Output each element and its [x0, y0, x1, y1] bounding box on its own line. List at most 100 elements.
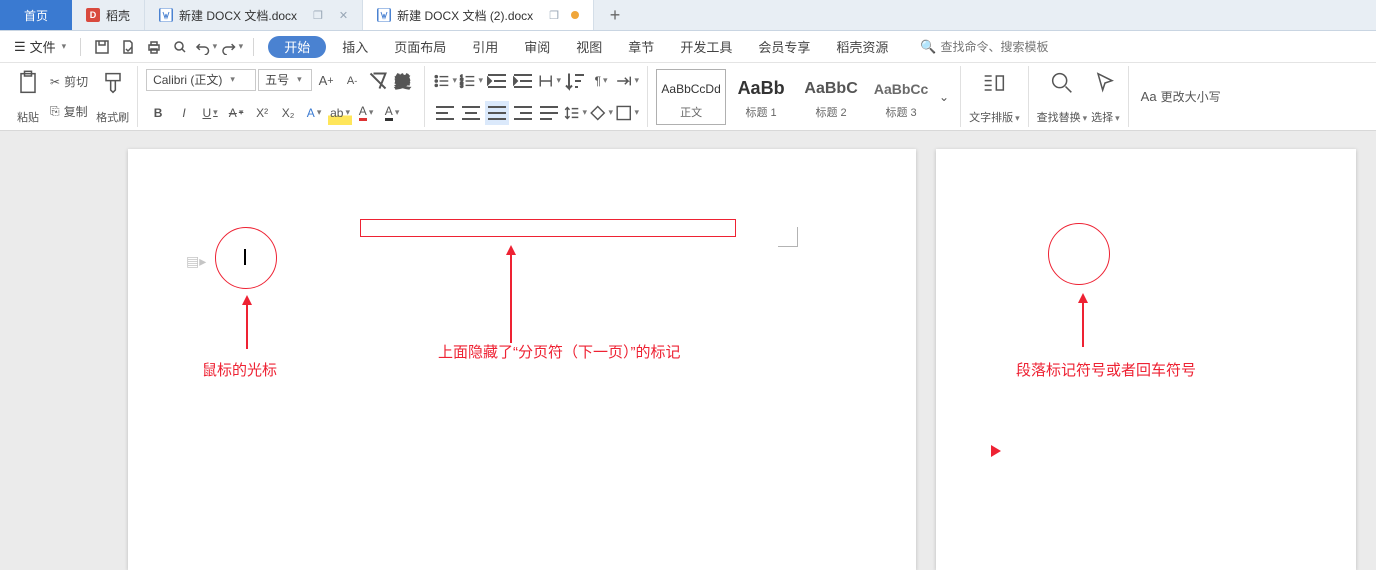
decrease-indent-button[interactable] [485, 69, 509, 93]
subscript-button[interactable]: X₂ [276, 101, 300, 125]
format-painter-button[interactable]: 格式刷 [96, 69, 129, 125]
style-heading2[interactable]: AaBbC 标题 2 [796, 69, 866, 125]
tab-minimize-icon[interactable]: ❐ [313, 9, 323, 22]
highlight-button[interactable]: ab▾ [328, 101, 352, 125]
group-styles: AaBbCcDd 正文 AaBb 标题 1 AaBbC 标题 2 AaBbCc … [648, 66, 961, 127]
align-right-button[interactable] [511, 101, 535, 125]
shading-button[interactable]: ▾ [589, 101, 613, 125]
char-shading-button[interactable]: A▾ [380, 101, 404, 125]
command-search-input[interactable] [941, 40, 1081, 54]
shrink-font-button[interactable]: A- [340, 69, 364, 93]
text-effects-button[interactable]: A▾ [302, 101, 326, 125]
increase-indent-button[interactable] [511, 69, 535, 93]
change-case-label: 更改大小写 [1161, 88, 1221, 105]
tab-close-icon[interactable]: ✕ [339, 9, 348, 22]
grow-font-button[interactable]: A+ [314, 69, 338, 93]
ribbon-tab-start[interactable]: 开始 [268, 36, 326, 58]
bold-button[interactable]: B [146, 101, 170, 125]
font-color-button[interactable]: A▾ [354, 101, 378, 125]
font-size-select[interactable]: 五号▾ [258, 69, 312, 91]
save-button[interactable] [91, 36, 113, 58]
tabs-button[interactable]: ▾ [615, 69, 639, 93]
ribbon-tab-member[interactable]: 会员专享 [748, 37, 820, 56]
ribbon-tablist: 开始 插入 页面布局 引用 审阅 视图 章节 开发工具 会员专享 稻壳资源 [268, 36, 898, 58]
tab-home[interactable]: 首页 [0, 0, 72, 30]
print-button[interactable] [143, 36, 165, 58]
font-family-select[interactable]: Calibri (正文)▾ [146, 69, 256, 91]
search-icon: 🔍 [920, 39, 936, 55]
text-layout-button[interactable]: 文字排版▾ [969, 69, 1020, 125]
ribbon-tab-review[interactable]: 审阅 [514, 37, 560, 56]
sort-button[interactable] [563, 69, 587, 93]
tab-doc-1[interactable]: 新建 DOCX 文档.docx ❐ ✕ [145, 0, 363, 30]
tab-shell[interactable]: D 稻壳 [72, 0, 145, 30]
show-marks-button[interactable]: ¶▾ [589, 69, 613, 93]
group-text-layout: 文字排版▾ [961, 66, 1029, 127]
find-replace-button[interactable]: 查找替换▾ [1037, 69, 1088, 125]
styles-expand-button[interactable]: ⌄ [936, 85, 952, 109]
command-search[interactable]: 🔍 [920, 39, 1080, 55]
style-label: 标题 1 [745, 104, 776, 120]
style-heading1[interactable]: AaBb 标题 1 [726, 69, 796, 125]
search-icon [1048, 69, 1076, 97]
text-cursor [244, 249, 246, 265]
file-menu-button[interactable]: ☰ 文件 ▾ [10, 35, 70, 58]
ribbon-tab-view[interactable]: 视图 [566, 37, 612, 56]
tab-doc-2[interactable]: 新建 DOCX 文档 (2).docx ❐ [363, 0, 594, 30]
annotation-text-paramark: 段落标记符号或者回车符号 [1016, 359, 1196, 380]
chevron-down-icon: ▾ [297, 74, 302, 85]
group-editing: 查找替换▾ 选择▾ [1029, 66, 1129, 127]
align-justify-button[interactable] [485, 101, 509, 125]
title-bar: 首页 D 稻壳 新建 DOCX 文档.docx ❐ ✕ 新建 DOCX 文档 (… [0, 0, 1376, 31]
ribbon-tab-references[interactable]: 引用 [462, 37, 508, 56]
select-button[interactable]: 选择▾ [1091, 69, 1120, 125]
clear-format-button[interactable] [366, 69, 390, 93]
phonetic-guide-button[interactable]: 變 [392, 69, 416, 93]
style-preview: AaBbCcDd [661, 74, 720, 104]
strikethrough-button[interactable]: A▾ [224, 101, 248, 125]
change-case-button[interactable]: Aa 更改大小写 [1137, 86, 1225, 108]
annotation-triangle-icon [991, 445, 1001, 457]
underline-button[interactable]: U▾ [198, 101, 222, 125]
print-preview-button[interactable] [169, 36, 191, 58]
ribbon-tab-section[interactable]: 章节 [618, 37, 664, 56]
workspace: ▤▸ 鼠标的光标 上面隐藏了“分页符（下一页）”的标记 段落标记符号或者回车符号 [0, 131, 1376, 570]
copy-button[interactable]: ⎘ 复制 [46, 101, 92, 123]
redo-button[interactable]: ▾ [221, 36, 243, 58]
superscript-button[interactable]: X² [250, 101, 274, 125]
paste-label: 粘贴 [17, 109, 39, 125]
menu-bar: ☰ 文件 ▾ ▾ ▾ 开始 插入 页面布局 引用 审阅 视图 章节 开发工具 会… [0, 31, 1376, 63]
scissors-icon: ✂ [50, 75, 60, 89]
chevron-down-icon: ▾ [62, 41, 67, 52]
ribbon-tab-devtools[interactable]: 开发工具 [670, 37, 742, 56]
style-normal[interactable]: AaBbCcDd 正文 [656, 69, 726, 125]
italic-button[interactable]: I [172, 101, 196, 125]
distribute-button[interactable] [537, 101, 561, 125]
line-spacing-button[interactable]: ▾ [563, 101, 587, 125]
export-button[interactable] [117, 36, 139, 58]
hamburger-icon: ☰ [14, 39, 26, 55]
unsaved-dot-icon [571, 11, 579, 19]
style-heading3[interactable]: AaBbCc 标题 3 [866, 69, 936, 125]
bullets-button[interactable]: ▾ [433, 69, 457, 93]
asian-layout-button[interactable]: ▾ [537, 69, 561, 93]
undo-button[interactable]: ▾ [195, 36, 217, 58]
font-family-value: Calibri (正文) [153, 71, 222, 88]
numbering-button[interactable]: 123▾ [459, 69, 483, 93]
ribbon: 粘贴 ✂ 剪切 ⎘ 复制 格式刷 Calibri (正文)▾ 五号▾ A+ A- [0, 63, 1376, 131]
borders-button[interactable]: ▾ [615, 101, 639, 125]
cut-button[interactable]: ✂ 剪切 [46, 71, 92, 93]
tab-minimize-icon[interactable]: ❐ [549, 9, 559, 22]
new-tab-button[interactable]: + [594, 0, 636, 30]
align-left-button[interactable] [433, 101, 457, 125]
separator [253, 38, 254, 56]
ribbon-tab-pagelayout[interactable]: 页面布局 [384, 37, 456, 56]
page-1[interactable]: ▤▸ 鼠标的光标 上面隐藏了“分页符（下一页）”的标记 [128, 149, 916, 570]
annotation-rect-pagebreak [360, 219, 736, 237]
align-center-button[interactable] [459, 101, 483, 125]
ribbon-tab-insert[interactable]: 插入 [332, 37, 378, 56]
page-2[interactable]: 段落标记符号或者回车符号 [936, 149, 1356, 570]
shell-icon: D [86, 8, 100, 22]
paste-button[interactable]: 粘贴 [14, 69, 42, 125]
ribbon-tab-resources[interactable]: 稻壳资源 [826, 37, 898, 56]
